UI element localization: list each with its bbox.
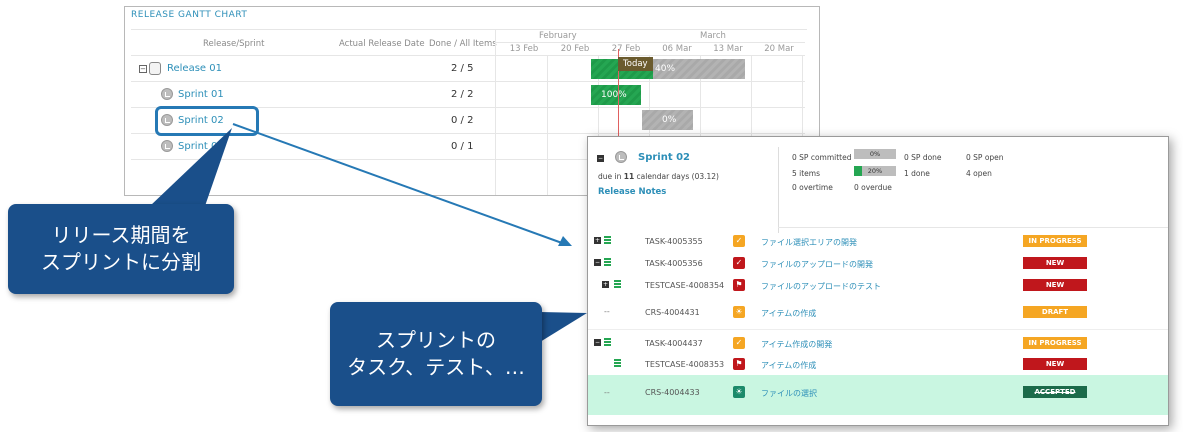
callout-release-split: リリース期間を スプリントに分割 [8, 204, 234, 294]
callout-sprint-items: スプリントの タスク、テスト、… [330, 302, 542, 406]
